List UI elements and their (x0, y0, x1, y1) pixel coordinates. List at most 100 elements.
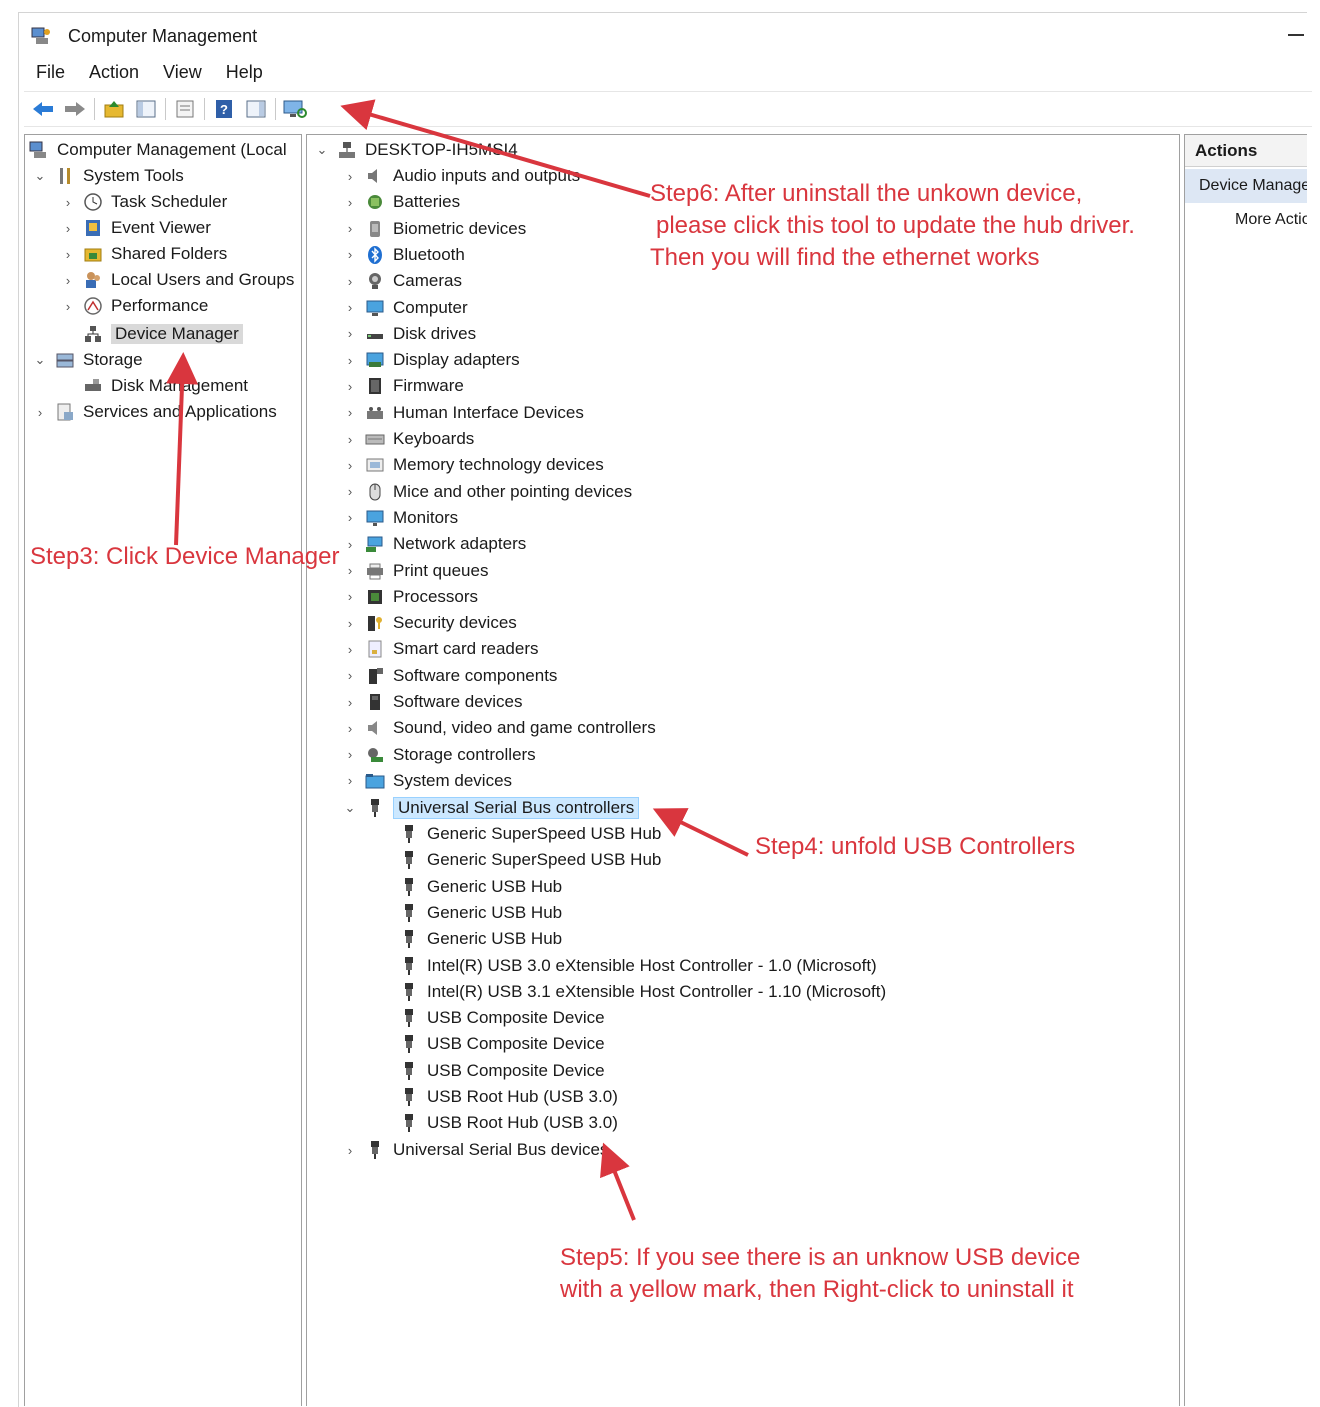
chevron-right-icon[interactable]: › (343, 537, 357, 552)
usb-device-item[interactable]: Generic SuperSpeed USB Hub (399, 847, 661, 873)
device-category-item[interactable]: › Security devices (343, 610, 517, 636)
device-category-item[interactable]: › Firmware (343, 373, 464, 399)
device-category-item[interactable]: › Batteries (343, 189, 460, 215)
chevron-right-icon[interactable]: › (343, 195, 357, 210)
device-category-item[interactable]: › Network adapters (343, 531, 526, 557)
help-icon[interactable]: ? (211, 97, 237, 121)
device-category-item[interactable]: › Smart card readers (343, 636, 539, 662)
minimize-button[interactable] (1288, 34, 1304, 36)
chevron-right-icon[interactable]: › (343, 563, 357, 578)
device-category-item[interactable]: › Human Interface Devices (343, 400, 584, 426)
usb-device-item[interactable]: USB Root Hub (USB 3.0) (399, 1084, 618, 1110)
chevron-right-icon[interactable]: › (343, 405, 357, 420)
chevron-right-icon[interactable]: › (61, 195, 75, 210)
menu-action[interactable]: Action (89, 62, 139, 83)
usb-device-item[interactable]: Generic USB Hub (399, 900, 562, 926)
chevron-right-icon[interactable]: › (343, 589, 357, 604)
chevron-down-icon[interactable]: ⌄ (33, 352, 47, 367)
actions-device-manager[interactable]: Device Manager (1185, 169, 1307, 203)
device-category-item[interactable]: › Bluetooth (343, 242, 465, 268)
tree-item-computer-root[interactable]: ⌄ DESKTOP-IH5MSI4 (315, 137, 518, 163)
chevron-right-icon[interactable]: › (343, 353, 357, 368)
chevron-right-icon[interactable]: › (343, 326, 357, 341)
chevron-down-icon[interactable]: ⌄ (33, 168, 47, 183)
usb-device-item[interactable]: USB Composite Device (399, 1031, 605, 1057)
tree-item-task-scheduler[interactable]: › Task Scheduler (61, 189, 227, 215)
tree-item-computer-management[interactable]: Computer Management (Local (29, 137, 287, 163)
properties-icon[interactable] (172, 97, 198, 121)
device-category-item[interactable]: › Print queues (343, 558, 489, 584)
device-category-item[interactable]: › Keyboards (343, 426, 474, 452)
usb-device-item[interactable]: USB Root Hub (USB 3.0) (399, 1110, 618, 1136)
device-category-item[interactable]: › Audio inputs and outputs (343, 163, 580, 189)
chevron-right-icon[interactable]: › (343, 484, 357, 499)
chevron-right-icon[interactable]: › (343, 668, 357, 683)
chevron-right-icon[interactable]: › (343, 721, 357, 736)
chevron-right-icon[interactable]: › (61, 221, 75, 236)
scan-hardware-changes-icon[interactable] (282, 97, 308, 121)
more-actions-link[interactable]: More Actions (1235, 211, 1307, 229)
chevron-right-icon[interactable]: › (343, 169, 357, 184)
device-category-item[interactable]: › Display adapters (343, 347, 520, 373)
chevron-right-icon[interactable]: › (343, 379, 357, 394)
device-category-item[interactable]: › Software devices (343, 689, 523, 715)
tree-item-storage[interactable]: ⌄ Storage (33, 347, 143, 373)
forward-arrow-icon[interactable] (62, 97, 88, 121)
chevron-down-icon[interactable]: ⌄ (315, 142, 329, 157)
device-category-item[interactable]: › Software components (343, 663, 558, 689)
usb-device-item[interactable]: Intel(R) USB 3.0 eXtensible Host Control… (399, 953, 877, 979)
chevron-down-icon[interactable]: ⌄ (343, 800, 357, 815)
chevron-right-icon[interactable]: › (343, 1143, 357, 1158)
tree-item-performance[interactable]: › Performance (61, 293, 209, 319)
chevron-right-icon[interactable]: › (61, 247, 75, 262)
chevron-right-icon[interactable]: › (61, 273, 75, 288)
tree-item-disk-management[interactable]: Disk Management (83, 373, 248, 399)
chevron-right-icon[interactable]: › (343, 616, 357, 631)
tree-item-system-tools[interactable]: ⌄ System Tools (33, 163, 184, 189)
chevron-right-icon[interactable]: › (343, 247, 357, 262)
device-category-item[interactable]: › Monitors (343, 505, 458, 531)
show-hide-action-pane-icon[interactable] (243, 97, 269, 121)
chevron-right-icon[interactable]: › (343, 642, 357, 657)
tree-item-usb-controllers[interactable]: ⌄ Universal Serial Bus controllers (343, 795, 640, 821)
device-category-item[interactable]: › Storage controllers (343, 742, 536, 768)
usb-device-item[interactable]: USB Composite Device (399, 1058, 605, 1084)
back-arrow-icon[interactable] (30, 97, 56, 121)
device-category-item[interactable]: › Disk drives (343, 321, 476, 347)
chevron-right-icon[interactable]: › (61, 299, 75, 314)
chevron-right-icon[interactable]: › (343, 432, 357, 447)
usb-device-item[interactable]: USB Composite Device (399, 1005, 605, 1031)
chevron-right-icon[interactable]: › (343, 458, 357, 473)
tree-item-device-manager[interactable]: Device Manager (83, 321, 243, 347)
chevron-right-icon[interactable]: › (343, 274, 357, 289)
chevron-right-icon[interactable]: › (343, 747, 357, 762)
show-hide-console-tree-icon[interactable] (133, 97, 159, 121)
tree-item-shared-folders[interactable]: › Shared Folders (61, 241, 227, 267)
usb-device-item[interactable]: Generic USB Hub (399, 926, 562, 952)
tree-item-event-viewer[interactable]: › Event Viewer (61, 215, 211, 241)
chevron-right-icon[interactable]: › (343, 695, 357, 710)
device-category-item[interactable]: › Computer (343, 295, 468, 321)
menu-file[interactable]: File (36, 62, 65, 83)
tree-item-services-applications[interactable]: › Services and Applications (33, 399, 277, 425)
device-category-item[interactable]: › Memory technology devices (343, 452, 604, 478)
device-category-item[interactable]: › System devices (343, 768, 512, 794)
device-category-item[interactable]: › Processors (343, 584, 478, 610)
device-category-item[interactable]: › Mice and other pointing devices (343, 479, 632, 505)
tree-item-usb-devices[interactable]: › Universal Serial Bus devices (343, 1137, 608, 1163)
up-folder-icon[interactable] (101, 97, 127, 121)
chevron-right-icon[interactable]: › (343, 510, 357, 525)
device-category-item[interactable]: › Sound, video and game controllers (343, 715, 656, 741)
menu-help[interactable]: Help (226, 62, 263, 83)
chevron-right-icon[interactable]: › (343, 221, 357, 236)
menu-view[interactable]: View (163, 62, 202, 83)
usb-device-item[interactable]: Intel(R) USB 3.1 eXtensible Host Control… (399, 979, 886, 1005)
usb-device-item[interactable]: Generic SuperSpeed USB Hub (399, 821, 661, 847)
device-category-item[interactable]: › Cameras (343, 268, 462, 294)
device-category-item[interactable]: › Biometric devices (343, 216, 526, 242)
chevron-right-icon[interactable]: › (343, 300, 357, 315)
usb-device-item[interactable]: Generic USB Hub (399, 874, 562, 900)
chevron-right-icon[interactable]: › (343, 773, 357, 788)
chevron-right-icon[interactable]: › (33, 405, 47, 420)
tree-item-local-users[interactable]: › Local Users and Groups (61, 267, 295, 293)
